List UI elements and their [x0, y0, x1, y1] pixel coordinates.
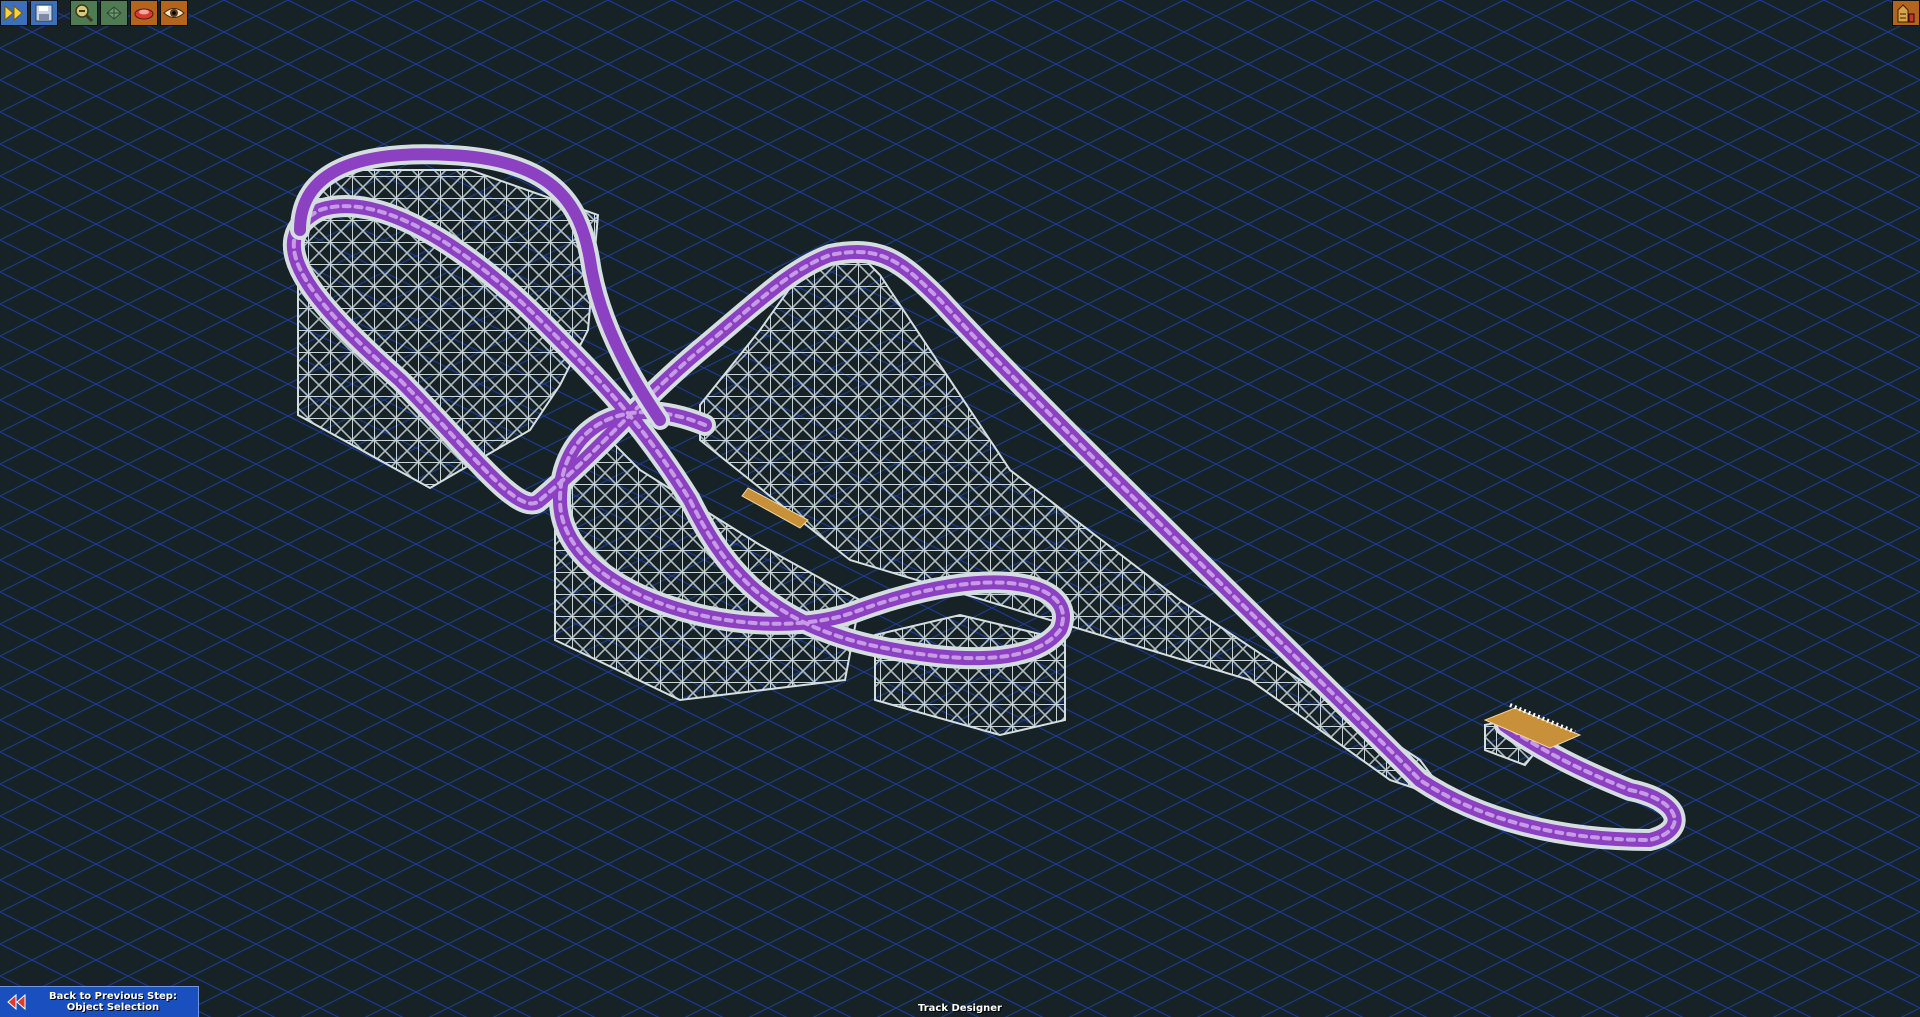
view-options-icon — [133, 3, 155, 23]
fast-forward-icon — [3, 4, 25, 22]
status-text: Track Designer — [918, 1003, 1002, 1014]
back-button-line1: Back to Previous Step: — [49, 991, 177, 1002]
rotate-view-button[interactable] — [100, 0, 128, 26]
eye-icon — [163, 3, 185, 23]
save-icon — [34, 3, 54, 23]
eye-button[interactable] — [160, 0, 188, 26]
game-viewport[interactable] — [0, 0, 1920, 1017]
zoom-out-icon — [74, 3, 94, 23]
save-button[interactable] — [30, 0, 58, 26]
track-design-scene[interactable] — [0, 0, 1920, 1017]
ride-construction-button[interactable] — [1892, 0, 1920, 26]
rotate-view-icon — [104, 3, 124, 23]
ride-construction-icon — [1895, 2, 1917, 24]
fast-forward-button[interactable] — [0, 0, 28, 26]
zoom-out-button[interactable] — [70, 0, 98, 26]
view-options-button[interactable] — [130, 0, 158, 26]
